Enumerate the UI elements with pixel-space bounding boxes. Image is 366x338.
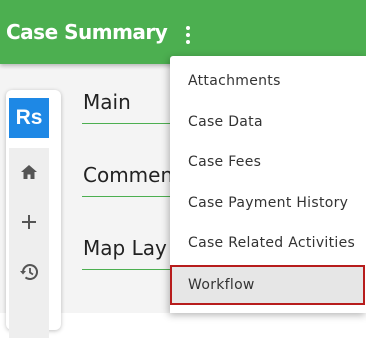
app-header: Case Summary bbox=[0, 0, 366, 64]
section-comments-heading: Commen bbox=[83, 163, 174, 187]
sidebar: Rs bbox=[6, 90, 61, 338]
menu-item-case-fees[interactable]: Case Fees bbox=[170, 143, 366, 181]
menu-item-workflow[interactable]: Workflow bbox=[170, 265, 365, 305]
more-vert-icon[interactable] bbox=[176, 22, 200, 48]
menu-item-case-payment-history[interactable]: Case Payment History bbox=[170, 184, 366, 222]
page-title: Case Summary bbox=[6, 20, 168, 44]
section-main-heading: Main bbox=[83, 90, 131, 114]
menu-item-case-data[interactable]: Case Data bbox=[170, 103, 366, 141]
overflow-menu: Attachments Case Data Case Fees Case Pay… bbox=[170, 56, 366, 313]
menu-item-attachments[interactable]: Attachments bbox=[170, 62, 366, 100]
section-divider bbox=[82, 269, 182, 270]
section-map-layers-heading: Map Lay bbox=[83, 236, 167, 260]
sidebar-nav bbox=[9, 148, 49, 338]
section-divider bbox=[82, 123, 182, 124]
home-icon[interactable] bbox=[17, 160, 41, 184]
app-logo: Rs bbox=[9, 98, 49, 138]
section-divider bbox=[82, 196, 182, 197]
plus-icon[interactable] bbox=[17, 210, 41, 234]
history-icon[interactable] bbox=[17, 260, 41, 284]
menu-item-case-related-activities[interactable]: Case Related Activities bbox=[170, 224, 366, 262]
